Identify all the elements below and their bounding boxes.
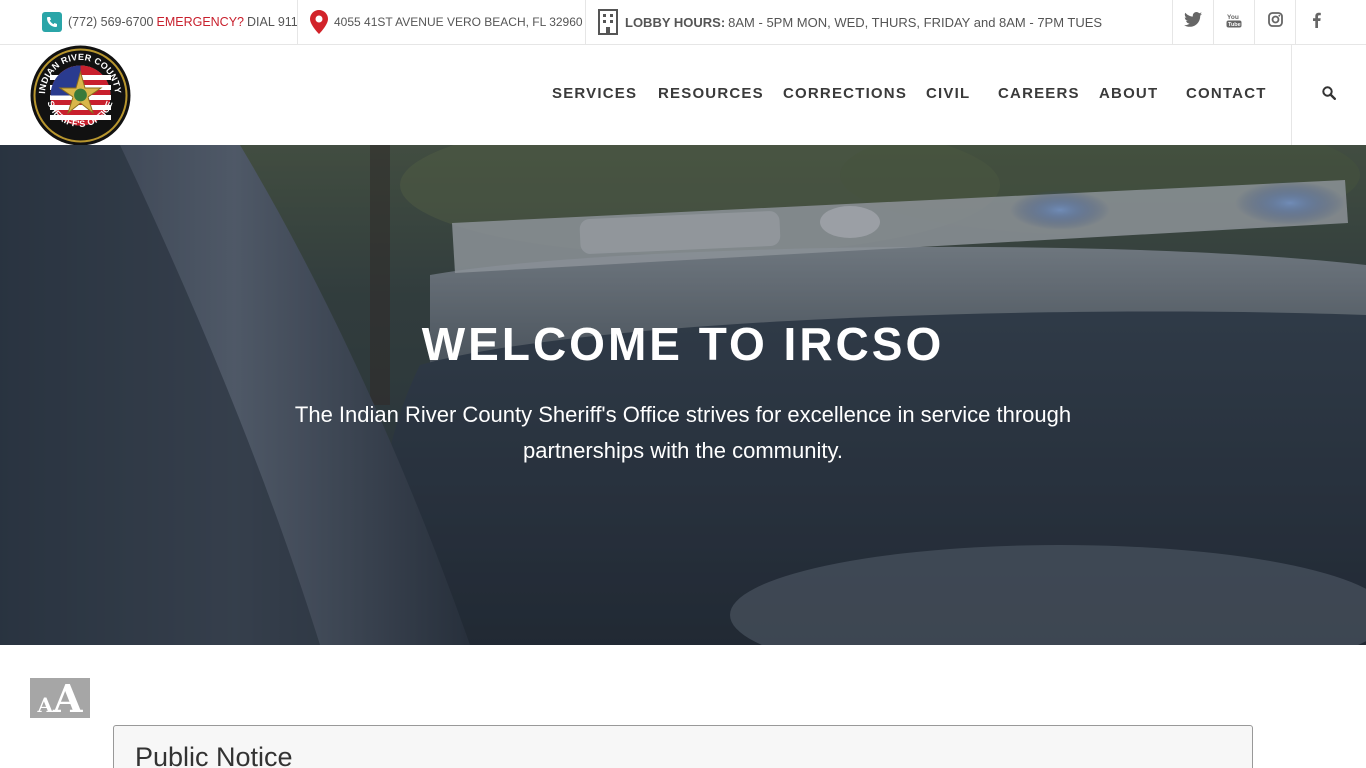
lobby-hours: LOBBY HOURS: 8AM - 5PM MON, WED, THURS, … [597,0,1102,44]
hero-background-image [0,145,1366,645]
text-size-small-letter: A [37,693,54,717]
nav-resources[interactable]: RESOURCES [658,85,764,102]
building-icon [597,9,619,35]
site-header: INDIAN RIVER COUNTY SHERIFF'S OFFICE SER… [0,45,1366,146]
nav-careers[interactable]: CAREERS [998,85,1080,102]
facebook-icon [1312,12,1321,33]
hero-subtitle: The Indian River County Sheriff's Office… [294,402,1072,463]
public-notice-panel: Public Notice [113,725,1253,768]
nav-services[interactable]: SERVICES [552,85,637,102]
twitter-icon [1184,12,1202,32]
emergency-text: DIAL 911 [247,15,298,29]
text-size-toggle[interactable]: AA [30,678,90,718]
twitter-link[interactable] [1172,0,1213,44]
divider [585,0,586,44]
nav-civil[interactable]: CIVIL [926,85,970,102]
phone-contact[interactable]: (772) 569-6700 EMERGENCY? DIAL 911 [42,0,298,44]
divider [297,0,298,44]
facebook-link[interactable] [1295,0,1337,44]
emergency-label: EMERGENCY? [156,15,245,29]
lobby-hours-text: 8AM - 5PM MON, WED, THURS, FRIDAY and 8A… [728,14,1103,30]
address-text: 4055 41ST AVENUE VERO BEACH, FL 32960 [334,15,583,29]
top-info-bar: (772) 569-6700 EMERGENCY? DIAL 911 4055 … [0,0,1366,45]
lobby-label: LOBBY HOURS: [625,14,726,30]
svg-text:You: You [1227,14,1239,21]
public-notice-title: Public Notice [135,742,293,768]
youtube-icon: You Tube [1226,12,1242,33]
nav-about[interactable]: ABOUT [1099,85,1158,102]
hero-banner: WELCOME TO IRCSO The Indian River County… [0,145,1366,645]
sheriff-badge-logo[interactable]: INDIAN RIVER COUNTY SHERIFF'S OFFICE [30,45,131,146]
phone-icon [42,12,62,32]
nav-contact[interactable]: CONTACT [1186,85,1267,102]
phone-number: (772) 569-6700 [68,15,154,29]
text-size-icon: AA [37,680,82,718]
svg-text:Tube: Tube [1228,22,1241,28]
instagram-link[interactable] [1254,0,1295,44]
hero-title: WELCOME TO IRCSO [421,318,945,370]
text-size-large-letter: A [53,676,83,721]
nav-corrections[interactable]: CORRECTIONS [783,85,907,102]
search-button[interactable] [1291,45,1366,145]
youtube-link[interactable]: You Tube [1213,0,1254,44]
search-icon [1322,85,1337,105]
map-pin-icon [310,10,328,34]
address-contact[interactable]: 4055 41ST AVENUE VERO BEACH, FL 32960 [310,0,583,44]
instagram-icon [1267,12,1283,32]
